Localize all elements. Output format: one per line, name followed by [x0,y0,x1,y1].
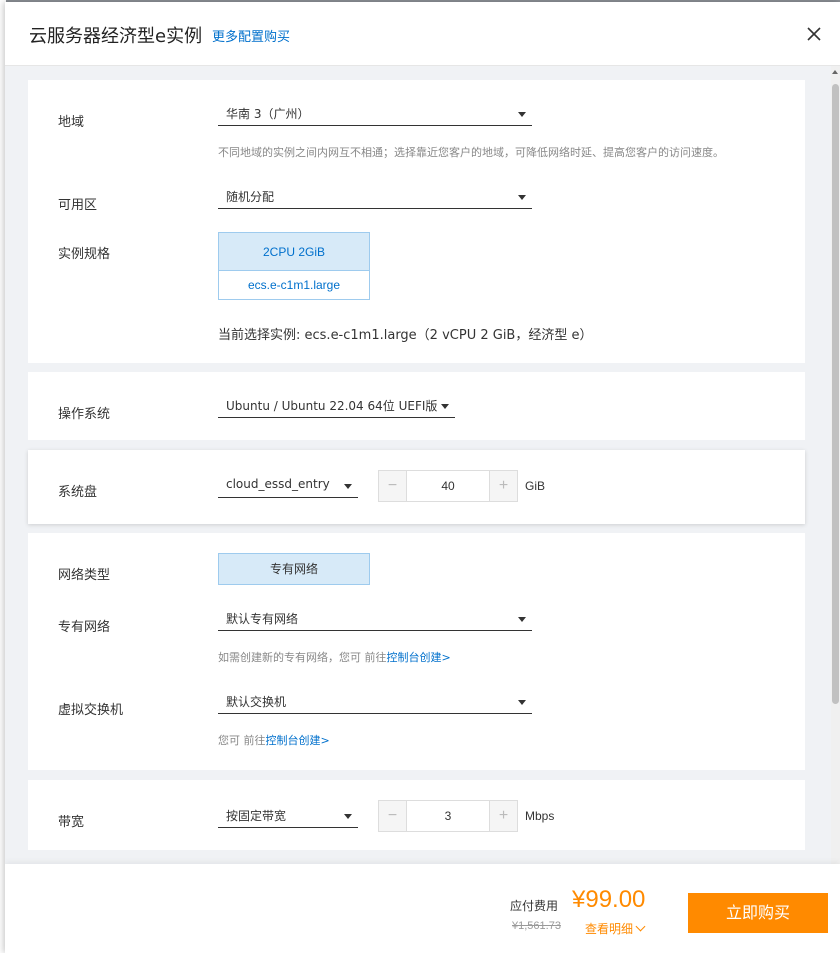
current-instance-text: 当前选择实例: ecs.e-c1m1.large（2 vCPU 2 GiB，经济… [218,328,593,343]
zone-value: 随机分配 [226,190,275,204]
os-select[interactable]: Ubuntu / Ubuntu 22.04 64位 UEFI版 [218,394,455,418]
disk-type-value: cloud_essd_entry [226,477,330,491]
bandwidth-increment-button[interactable]: + [489,801,517,831]
vswitch-label: 虚拟交换机 [58,703,124,718]
form-scroll-area: 地域 华南 3（广州） 不同地域的实例之间内网互不相通；选择靠近您客户的地域，可… [5,66,840,864]
disk-size-decrement-button[interactable]: − [379,471,407,501]
bandwidth-section: 带宽 按固定带宽 − 3 + Mbps [28,780,805,850]
disk-size-increment-button[interactable]: + [489,471,517,501]
bandwidth-type-value: 按固定带宽 [226,809,287,823]
vertical-scrollbar[interactable] [831,66,840,864]
region-hint: 不同地域的实例之间内网互不相通；选择靠近您客户的地域，可降低网络时延、提高您客户… [218,146,724,159]
basic-config-section: 地域 华南 3（广州） 不同地域的实例之间内网互不相通；选择靠近您客户的地域，可… [28,80,805,363]
view-detail-link[interactable]: 查看明细 [585,920,646,937]
chevron-down-icon [518,195,526,200]
vpc-hint: 如需创建新的专有网络，您可 前往控制台创建> [218,649,451,665]
disk-type-select[interactable]: cloud_essd_entry [218,474,358,498]
vpc-label: 专有网络 [58,620,111,635]
vswitch-hint-text: 您可 前往 [218,734,266,747]
vpc-console-create-link[interactable]: 控制台创建> [387,651,451,664]
vpc-value: 默认专有网络 [226,612,299,626]
network-type-vpc-option[interactable]: 专有网络 [218,553,370,585]
vswitch-value: 默认交换机 [226,695,287,709]
disk-section: 系统盘 cloud_essd_entry − 40 + GiB [28,450,805,524]
network-section: 网络类型 专有网络 专有网络 默认专有网络 如需创建新的专有网络，您可 前往控制… [28,533,805,770]
chevron-down-icon [344,814,352,819]
dialog-title: 云服务器经济型e实例 [29,26,203,47]
network-type-label: 网络类型 [58,568,111,583]
spec-card-type: ecs.e-c1m1.large [219,271,369,299]
spec-label: 实例规格 [58,247,111,262]
zone-select[interactable]: 随机分配 [218,185,532,209]
bandwidth-stepper[interactable]: − 3 + [378,800,518,832]
chevron-down-icon [635,921,646,932]
vswitch-select[interactable]: 默认交换机 [218,690,532,714]
chevron-down-icon [518,700,526,705]
view-detail-label: 查看明细 [585,922,634,936]
os-value: Ubuntu / Ubuntu 22.04 64位 UEFI版 [226,399,438,413]
buy-now-button[interactable]: 立即购买 [688,893,828,933]
scrollbar-thumb[interactable] [832,84,839,704]
chevron-down-icon [518,112,526,117]
scroll-up-arrow-icon[interactable] [832,70,838,74]
dialog-header: 云服务器经济型e实例 更多配置购买 [5,2,840,66]
disk-size-unit: GiB [525,479,546,493]
vswitch-console-create-link[interactable]: 控制台创建> [266,734,330,747]
os-label: 操作系统 [58,407,111,422]
spec-card-cpu-mem: 2CPU 2GiB [219,233,369,271]
os-section: 操作系统 Ubuntu / Ubuntu 22.04 64位 UEFI版 [28,372,805,440]
disk-size-value[interactable]: 40 [407,471,489,501]
disk-label: 系统盘 [58,485,98,500]
close-icon[interactable] [804,24,824,44]
bandwidth-label: 带宽 [58,815,85,830]
total-price: ¥99.00 [572,886,646,913]
original-price: ¥1,561.73 [512,920,561,932]
bandwidth-decrement-button[interactable]: − [379,801,407,831]
region-select[interactable]: 华南 3（广州） [218,102,532,126]
zone-label: 可用区 [58,198,98,213]
chevron-down-icon [441,404,449,409]
bandwidth-type-select[interactable]: 按固定带宽 [218,804,358,828]
bandwidth-unit: Mbps [525,809,555,823]
bandwidth-value[interactable]: 3 [407,801,489,831]
vswitch-hint: 您可 前往控制台创建> [218,732,330,748]
disk-size-stepper[interactable]: − 40 + [378,470,518,502]
more-config-link[interactable]: 更多配置购买 [212,26,290,45]
fee-label: 应付费用 [510,899,559,913]
region-label: 地域 [58,115,85,130]
vpc-hint-text: 如需创建新的专有网络，您可 前往 [218,651,387,664]
purchase-footer: 应付费用 ¥99.00 ¥1,561.73 查看明细 立即购买 [5,864,840,953]
vpc-select[interactable]: 默认专有网络 [218,607,532,631]
instance-spec-card[interactable]: 2CPU 2GiB ecs.e-c1m1.large [218,232,370,300]
purchase-dialog: 云服务器经济型e实例 更多配置购买 地域 华南 3（广州） 不同地域的实例之间内… [5,2,840,953]
chevron-down-icon [518,617,526,622]
chevron-down-icon [344,484,352,489]
region-value: 华南 3（广州） [226,107,310,121]
